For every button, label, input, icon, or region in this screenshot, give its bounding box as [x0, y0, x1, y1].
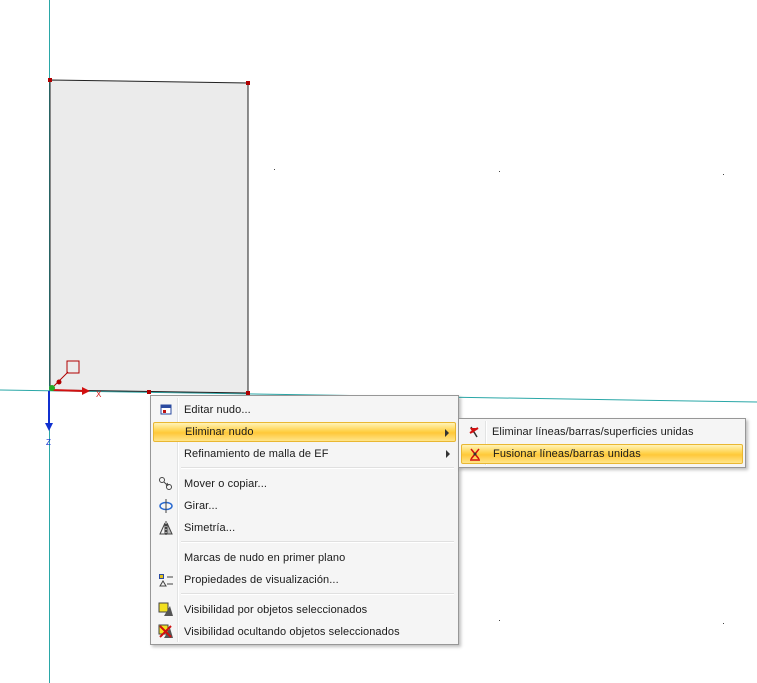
menu-item-label: Visibilidad por objetos seleccionados — [184, 604, 368, 616]
menu-item-label: Marcas de nudo en primer plano — [184, 552, 346, 564]
menu-item-label: Refinamiento de malla de EF — [184, 448, 329, 460]
menu-item-label: Eliminar líneas/barras/superficies unida… — [492, 426, 694, 438]
menu-item-rotate[interactable]: Girar... — [153, 496, 456, 516]
submenu-item-merge-lines[interactable]: Fusionar líneas/barras unidas — [461, 444, 743, 464]
node — [147, 390, 151, 394]
surface[interactable] — [49, 79, 249, 394]
delete-node-submenu: Eliminar líneas/barras/superficies unida… — [458, 418, 746, 468]
menu-item-edit-node[interactable]: Editar nudo... — [153, 400, 456, 420]
menu-item-delete-node[interactable]: Eliminar nudo — [153, 422, 456, 442]
menu-item-label: Fusionar líneas/barras unidas — [493, 448, 641, 460]
menu-item-fe-mesh-refinement[interactable]: Refinamiento de malla de EF — [153, 444, 456, 464]
mirror-icon — [153, 518, 179, 538]
menu-item-label: Propiedades de visualización... — [184, 574, 339, 586]
menu-item-label: Girar... — [184, 500, 218, 512]
menu-separator — [181, 541, 454, 543]
menu-item-move-copy[interactable]: Mover o copiar... — [153, 474, 456, 494]
display-properties-icon — [153, 570, 179, 590]
menu-item-label: Editar nudo... — [184, 404, 251, 416]
menu-separator — [181, 467, 454, 469]
node — [246, 81, 250, 85]
node — [48, 78, 52, 82]
menu-item-label: Simetría... — [184, 522, 236, 534]
x-axis-label: X — [96, 390, 102, 399]
menu-item-mirror[interactable]: Simetría... — [153, 518, 456, 538]
context-menu: Editar nudo... Eliminar nudo Refinamient… — [150, 395, 459, 645]
rotate-icon — [153, 496, 179, 516]
move-copy-icon — [153, 474, 179, 494]
menu-item-label: Mover o copiar... — [184, 478, 268, 490]
submenu-arrow-icon — [446, 450, 450, 458]
submenu-arrow-icon — [445, 429, 449, 437]
menu-item-visibility-hide-selected[interactable]: Visibilidad ocultando objetos selecciona… — [153, 622, 456, 642]
edit-node-icon — [153, 400, 179, 420]
delete-lines-icon — [461, 422, 487, 442]
visibility-selected-icon — [153, 600, 179, 620]
menu-item-label: Eliminar nudo — [185, 426, 254, 438]
menu-separator — [181, 593, 454, 595]
menu-item-node-marks-foreground[interactable]: Marcas de nudo en primer plano — [153, 548, 456, 568]
menu-item-visibility-selected[interactable]: Visibilidad por objetos seleccionados — [153, 600, 456, 620]
merge-lines-icon — [462, 444, 488, 464]
submenu-item-delete-lines[interactable]: Eliminar líneas/barras/superficies unida… — [461, 422, 743, 442]
menu-item-display-properties[interactable]: Propiedades de visualización... — [153, 570, 456, 590]
visibility-hide-selected-icon — [153, 622, 179, 642]
z-axis-label: Z — [46, 438, 51, 447]
menu-item-label: Visibilidad ocultando objetos selecciona… — [184, 626, 400, 638]
